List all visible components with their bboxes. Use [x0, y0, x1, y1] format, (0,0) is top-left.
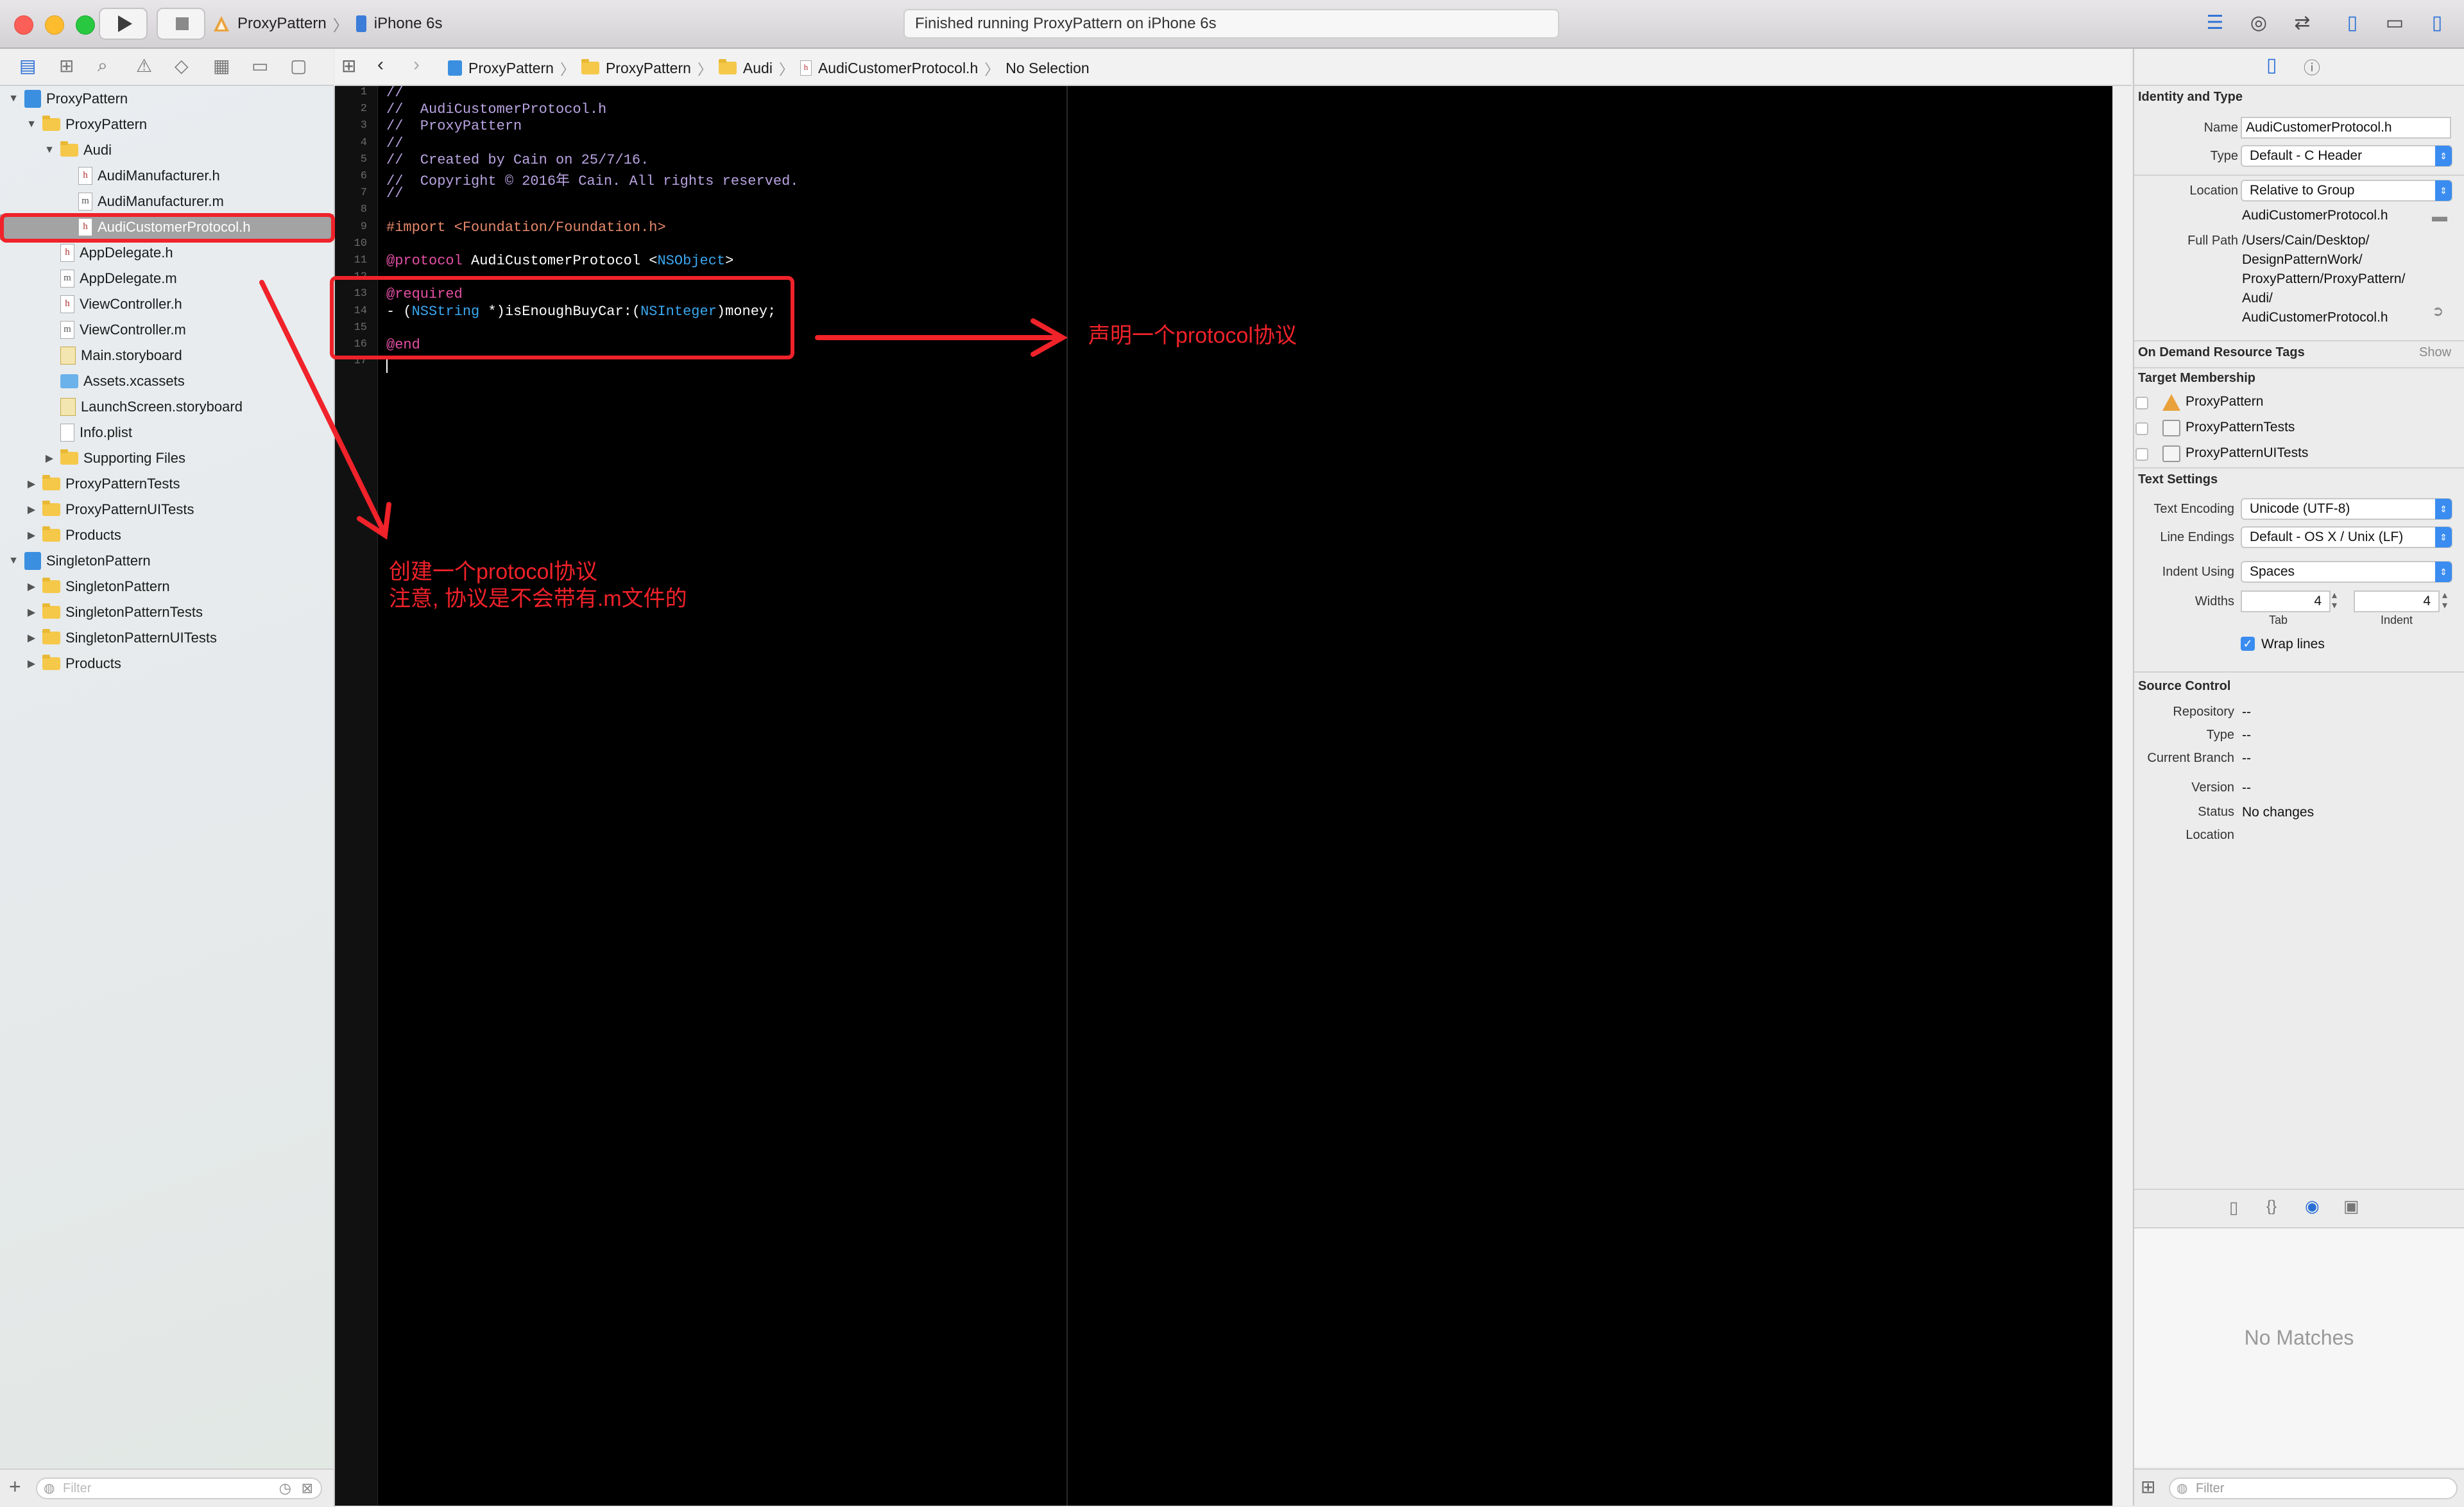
indent-using-label: Indent Using [2162, 565, 2234, 579]
target-section-title: Target Membership [2138, 371, 2255, 385]
location-popup[interactable]: Relative to Group ⇕ [2241, 180, 2452, 202]
library-content: No Matches [2134, 1228, 2464, 1467]
popup-arrows-icon: ⇕ [2435, 527, 2452, 547]
indent-using-value: Spaces [2250, 564, 2295, 579]
sc-type-label: Type [2206, 728, 2234, 742]
quick-help-icon[interactable]: ⓘ [2304, 55, 2320, 79]
location-file: AudiCustomerProtocol.h [2242, 208, 2388, 223]
file-template-library-icon[interactable]: ▯ [2229, 1198, 2238, 1218]
widths-label: Widths [2194, 594, 2234, 608]
code-snippet-library-icon[interactable]: {} [2266, 1198, 2277, 1216]
divider [2134, 671, 2464, 673]
text-encoding-popup[interactable]: Unicode (UTF-8) ⇕ [2241, 498, 2452, 520]
app-target-icon [2162, 394, 2180, 411]
version-label: Version [2191, 780, 2234, 795]
full-path-line: Audi/ [2242, 291, 2273, 306]
library-filter-bar: ⊞ ◍ Filter [2134, 1468, 2464, 1507]
annotation-right-note: 声明一个protocol协议 [1088, 323, 1297, 348]
divider [2134, 340, 2464, 341]
annotation-arrows [259, 280, 1068, 540]
status-value: No changes [2242, 805, 2314, 820]
full-path-label: Full Path [2187, 234, 2238, 248]
object-library-icon[interactable]: ◉ [2305, 1196, 2320, 1216]
library-filter-field[interactable]: ◍ Filter [2169, 1477, 2458, 1499]
identity-section-title: Identity and Type [2138, 90, 2243, 104]
library-empty-message: No Matches [2244, 1326, 2354, 1349]
repository-label: Repository [2173, 705, 2234, 719]
divider [2134, 467, 2464, 469]
test-bundle-icon [2162, 445, 2180, 462]
tab-width-stepper[interactable]: ▴ ▾ [2332, 590, 2337, 611]
annotation-arrow-down [259, 280, 385, 531]
repository-value: -- [2242, 705, 2251, 719]
file-inspector-icon[interactable]: ▯ [2266, 54, 2277, 76]
full-path-line: AudiCustomerProtocol.h [2242, 310, 2388, 325]
line-endings-popup[interactable]: Default - OS X / Unix (LF) ⇕ [2241, 526, 2452, 548]
type-popup[interactable]: Default - C Header ⇕ [2241, 145, 2452, 167]
popup-arrows-icon: ⇕ [2435, 499, 2452, 519]
test-bundle-icon [2162, 420, 2180, 436]
source-control-title: Source Control [2138, 679, 2231, 693]
line-endings-label: Line Endings [2160, 530, 2234, 544]
name-label: Name [2203, 121, 2238, 135]
inspector-selector-bar: ▯ ⓘ [2134, 49, 2464, 86]
type-value: Default - C Header [2250, 148, 2363, 163]
reveal-in-finder-icon[interactable]: ➲ [2432, 303, 2443, 320]
target-name: ProxyPatternUITests [2186, 445, 2309, 460]
wrap-lines-checkbox[interactable]: ✓ [2241, 637, 2255, 651]
wrap-lines-label: Wrap lines [2261, 637, 2325, 651]
full-path-line: /Users/Cain/Desktop/ [2242, 233, 2370, 248]
line-endings-value: Default - OS X / Unix (LF) [2250, 530, 2404, 544]
text-settings-title: Text Settings [2138, 472, 2218, 487]
annotation-left-note: 创建一个protocol协议 注意, 协议是不会带有.m文件的 [389, 560, 687, 611]
popup-arrows-icon: ⇕ [2435, 562, 2452, 582]
full-path-line: ProxyPattern/ProxyPattern/ [2242, 271, 2406, 286]
status-label: Status [2198, 805, 2234, 819]
target-name: ProxyPattern [2186, 394, 2264, 409]
version-value: -- [2242, 780, 2251, 795]
branch-label: Current Branch [2147, 751, 2234, 765]
divider [2134, 367, 2464, 368]
target-name: ProxyPatternTests [2186, 420, 2295, 435]
target-checkbox[interactable] [2135, 422, 2148, 435]
full-path-line: DesignPatternWork/ [2242, 252, 2363, 267]
name-field[interactable]: AudiCustomerProtocol.h [2241, 117, 2451, 139]
tab-width-field[interactable]: 4 [2241, 590, 2331, 612]
odr-section-title: On Demand Resource Tags [2138, 345, 2305, 359]
indent-label: Indent [2381, 614, 2413, 626]
text-encoding-value: Unicode (UTF-8) [2250, 501, 2350, 516]
odr-show-button[interactable]: Show [2419, 345, 2451, 360]
indent-width-field[interactable]: 4 [2354, 590, 2440, 612]
filter-icon: ◍ [2177, 1481, 2188, 1495]
text-encoding-label: Text Encoding [2153, 502, 2234, 516]
type-label: Type [2210, 149, 2238, 163]
folder-icon[interactable]: ▬ [2432, 208, 2447, 226]
media-library-icon[interactable]: ▣ [2343, 1196, 2359, 1216]
divider [2134, 175, 2464, 176]
tab-label: Tab [2269, 614, 2288, 626]
sc-location-label: Location [2186, 828, 2234, 842]
sc-type-value: -- [2242, 728, 2251, 743]
library-filter-placeholder: Filter [2196, 1481, 2225, 1495]
location-label: Location [2189, 184, 2238, 198]
target-checkbox[interactable] [2135, 448, 2148, 461]
popup-arrows-icon: ⇕ [2435, 146, 2452, 166]
full-path-value: /Users/Cain/Desktop/ DesignPatternWork/ … [2242, 231, 2405, 327]
location-value: Relative to Group [2250, 183, 2355, 198]
target-checkbox[interactable] [2135, 397, 2148, 409]
popup-arrows-icon: ⇕ [2435, 180, 2452, 201]
library-selector-bar: ▯ {} ◉ ▣ [2134, 1190, 2464, 1228]
branch-value: -- [2242, 751, 2251, 766]
indent-using-popup[interactable]: Spaces ⇕ [2241, 561, 2452, 583]
indent-width-stepper[interactable]: ▴ ▾ [2442, 590, 2447, 611]
grid-view-icon[interactable]: ⊞ [2141, 1476, 2155, 1497]
